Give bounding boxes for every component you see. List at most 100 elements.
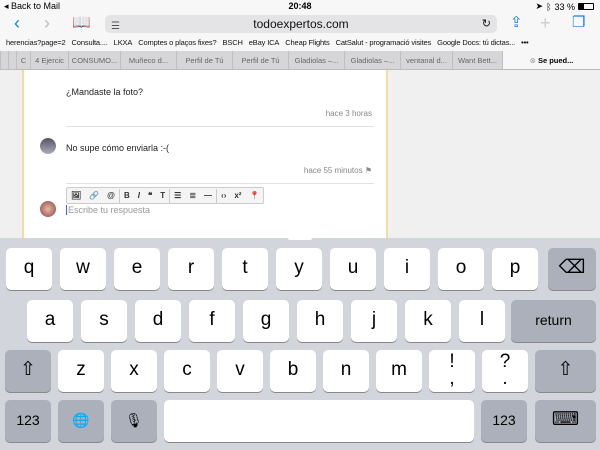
superscript-icon[interactable]: x² (230, 191, 245, 200)
key-f[interactable]: f (189, 300, 235, 342)
flag-icon[interactable]: ⚑ (365, 166, 372, 175)
tab[interactable]: Perfil de Tú (232, 51, 288, 69)
bookmarks-icon[interactable]: 📖 (72, 13, 91, 33)
tab[interactable]: Want Bett... (452, 51, 502, 69)
shift-key[interactable]: ⇧ (5, 350, 51, 392)
italic-icon[interactable]: I (134, 191, 144, 200)
bookmark[interactable]: CatSalut - programació visites (336, 38, 432, 47)
key-7[interactable]: ! , (429, 350, 475, 392)
bookmark[interactable]: eBay ICA (249, 38, 280, 47)
tab[interactable]: Perfil de Tú (176, 51, 232, 69)
key-e[interactable]: e (114, 248, 160, 290)
key-j[interactable]: j (351, 300, 397, 342)
more-bookmarks[interactable]: ••• (521, 38, 529, 47)
key-a[interactable]: a (27, 300, 73, 342)
key-o[interactable]: o (438, 248, 484, 290)
bullet-list-icon[interactable]: ☰ (170, 191, 185, 200)
key-0[interactable]: z (58, 350, 104, 392)
bookmarks-bar: herencias?page=2 Consulta.... LKXA Compt… (0, 34, 600, 51)
key-w[interactable]: w (60, 248, 106, 290)
keyboard: q w e r t y u i o p ⌫ a s d f g h j k l return ⇧ z x c v b n m! ,? .… (0, 236, 600, 450)
tab[interactable]: CONSUMO... (68, 51, 120, 69)
tab[interactable]: 4 Ejercic (30, 51, 68, 69)
location-icon: ➤ (535, 1, 544, 11)
key-d[interactable]: d (135, 300, 181, 342)
new-tab-icon[interactable]: + (540, 13, 551, 33)
tab-active[interactable]: ⊗ Se pued... (502, 51, 600, 69)
key-q[interactable]: q (6, 248, 52, 290)
quote-icon[interactable]: ❝ (144, 191, 156, 200)
reply-input[interactable]: Escribe tu respuesta (66, 205, 150, 215)
key-4[interactable]: b (270, 350, 316, 392)
key-h[interactable]: h (297, 300, 343, 342)
url-text: todoexpertos.com (253, 17, 349, 31)
tabs-icon[interactable]: ❐ (572, 13, 585, 33)
key-6[interactable]: m (376, 350, 422, 392)
address-bar[interactable]: ☰ todoexpertos.com ↻ (105, 15, 497, 33)
bookmark[interactable]: LKXA (114, 38, 133, 47)
bookmark[interactable]: Consulta.... (72, 38, 108, 47)
tab-bar: C 4 Ejercic CONSUMO... Muñeco d... Perfi… (0, 51, 600, 70)
numbered-list-icon[interactable]: ≣ (185, 191, 200, 200)
key-l[interactable]: l (459, 300, 505, 342)
return-key[interactable]: return (511, 300, 596, 342)
key-1[interactable]: x (111, 350, 157, 392)
key-p[interactable]: p (492, 248, 538, 290)
key-3[interactable]: v (217, 350, 263, 392)
tab[interactable]: Gladiolas –... (344, 51, 400, 69)
safari-toolbar: ‹ › 📖 ☰ todoexpertos.com ↻ ⇪ + ❐ (0, 13, 600, 33)
forward-icon[interactable]: › (44, 13, 50, 33)
shift-key-right[interactable]: ⇧ (535, 350, 596, 392)
battery-icon (578, 3, 594, 10)
bookmark[interactable]: BSCH (223, 38, 243, 47)
heading-icon[interactable]: T (156, 191, 169, 200)
message-text: ¿Mandaste la foto? (66, 87, 144, 97)
key-u[interactable]: u (330, 248, 376, 290)
link-icon[interactable]: 🔗 (85, 191, 103, 200)
globe-key[interactable]: 🌐 (58, 400, 104, 442)
reload-icon[interactable]: ↻ (482, 15, 491, 33)
bookmark[interactable]: herencias?page=2 (6, 38, 66, 47)
key-s[interactable]: s (81, 300, 127, 342)
key-8[interactable]: ? . (482, 350, 528, 392)
key-k[interactable]: k (405, 300, 451, 342)
location-pin-icon[interactable]: 📍 (245, 191, 263, 200)
clock: 20:48 (288, 1, 312, 11)
share-icon[interactable]: ⇪ (510, 13, 523, 33)
key-g[interactable]: g (243, 300, 289, 342)
tab[interactable]: Muñeco d... (120, 51, 176, 69)
bold-icon[interactable]: B (120, 191, 134, 200)
tab[interactable]: Gladiolas –... (288, 51, 344, 69)
backspace-key[interactable]: ⌫ (548, 248, 596, 290)
key-r[interactable]: r (168, 248, 214, 290)
mention-icon[interactable]: @ (103, 191, 119, 200)
key-t[interactable]: t (222, 248, 268, 290)
avatar (40, 138, 56, 154)
tab[interactable]: C (16, 51, 30, 69)
image-icon[interactable]: 🖼 (67, 191, 85, 200)
status-bar: ◂ Back to Mail 20:48 ➤ ᛒ 33 % (0, 0, 600, 13)
message-time: hace 3 horas (325, 109, 372, 118)
microphone-key[interactable]: 🎙 (111, 400, 157, 442)
hide-keyboard-key[interactable]: ⌨ (535, 400, 596, 442)
message-text: No supe cómo enviarla :-( (66, 143, 170, 153)
numbers-key[interactable]: 123 (5, 400, 51, 442)
bookmark[interactable]: Comptes o plaços fixes? (138, 38, 216, 47)
bookmark[interactable]: Cheap Flights (285, 38, 329, 47)
close-tab-icon[interactable]: ⊗ (530, 56, 538, 65)
space-key[interactable] (164, 400, 474, 442)
tab[interactable]: ventanal d... (400, 51, 452, 69)
key-y[interactable]: y (276, 248, 322, 290)
numbers-key-right[interactable]: 123 (481, 400, 527, 442)
key-2[interactable]: c (164, 350, 210, 392)
hr-icon[interactable]: — (200, 191, 216, 200)
bookmark[interactable]: Google Docs: tú dictas... (437, 38, 515, 47)
back-icon[interactable]: ‹ (14, 13, 20, 33)
key-i[interactable]: i (384, 248, 430, 290)
message-time: hace 55 minutos ⚑ (303, 166, 372, 175)
page-content: ¿Mandaste la foto? hace 3 horas No supe … (0, 70, 600, 238)
battery-percent: 33 % (554, 1, 575, 12)
bluetooth-icon: ᛒ (546, 1, 552, 12)
code-icon[interactable]: ‹› (217, 191, 230, 200)
key-5[interactable]: n (323, 350, 369, 392)
